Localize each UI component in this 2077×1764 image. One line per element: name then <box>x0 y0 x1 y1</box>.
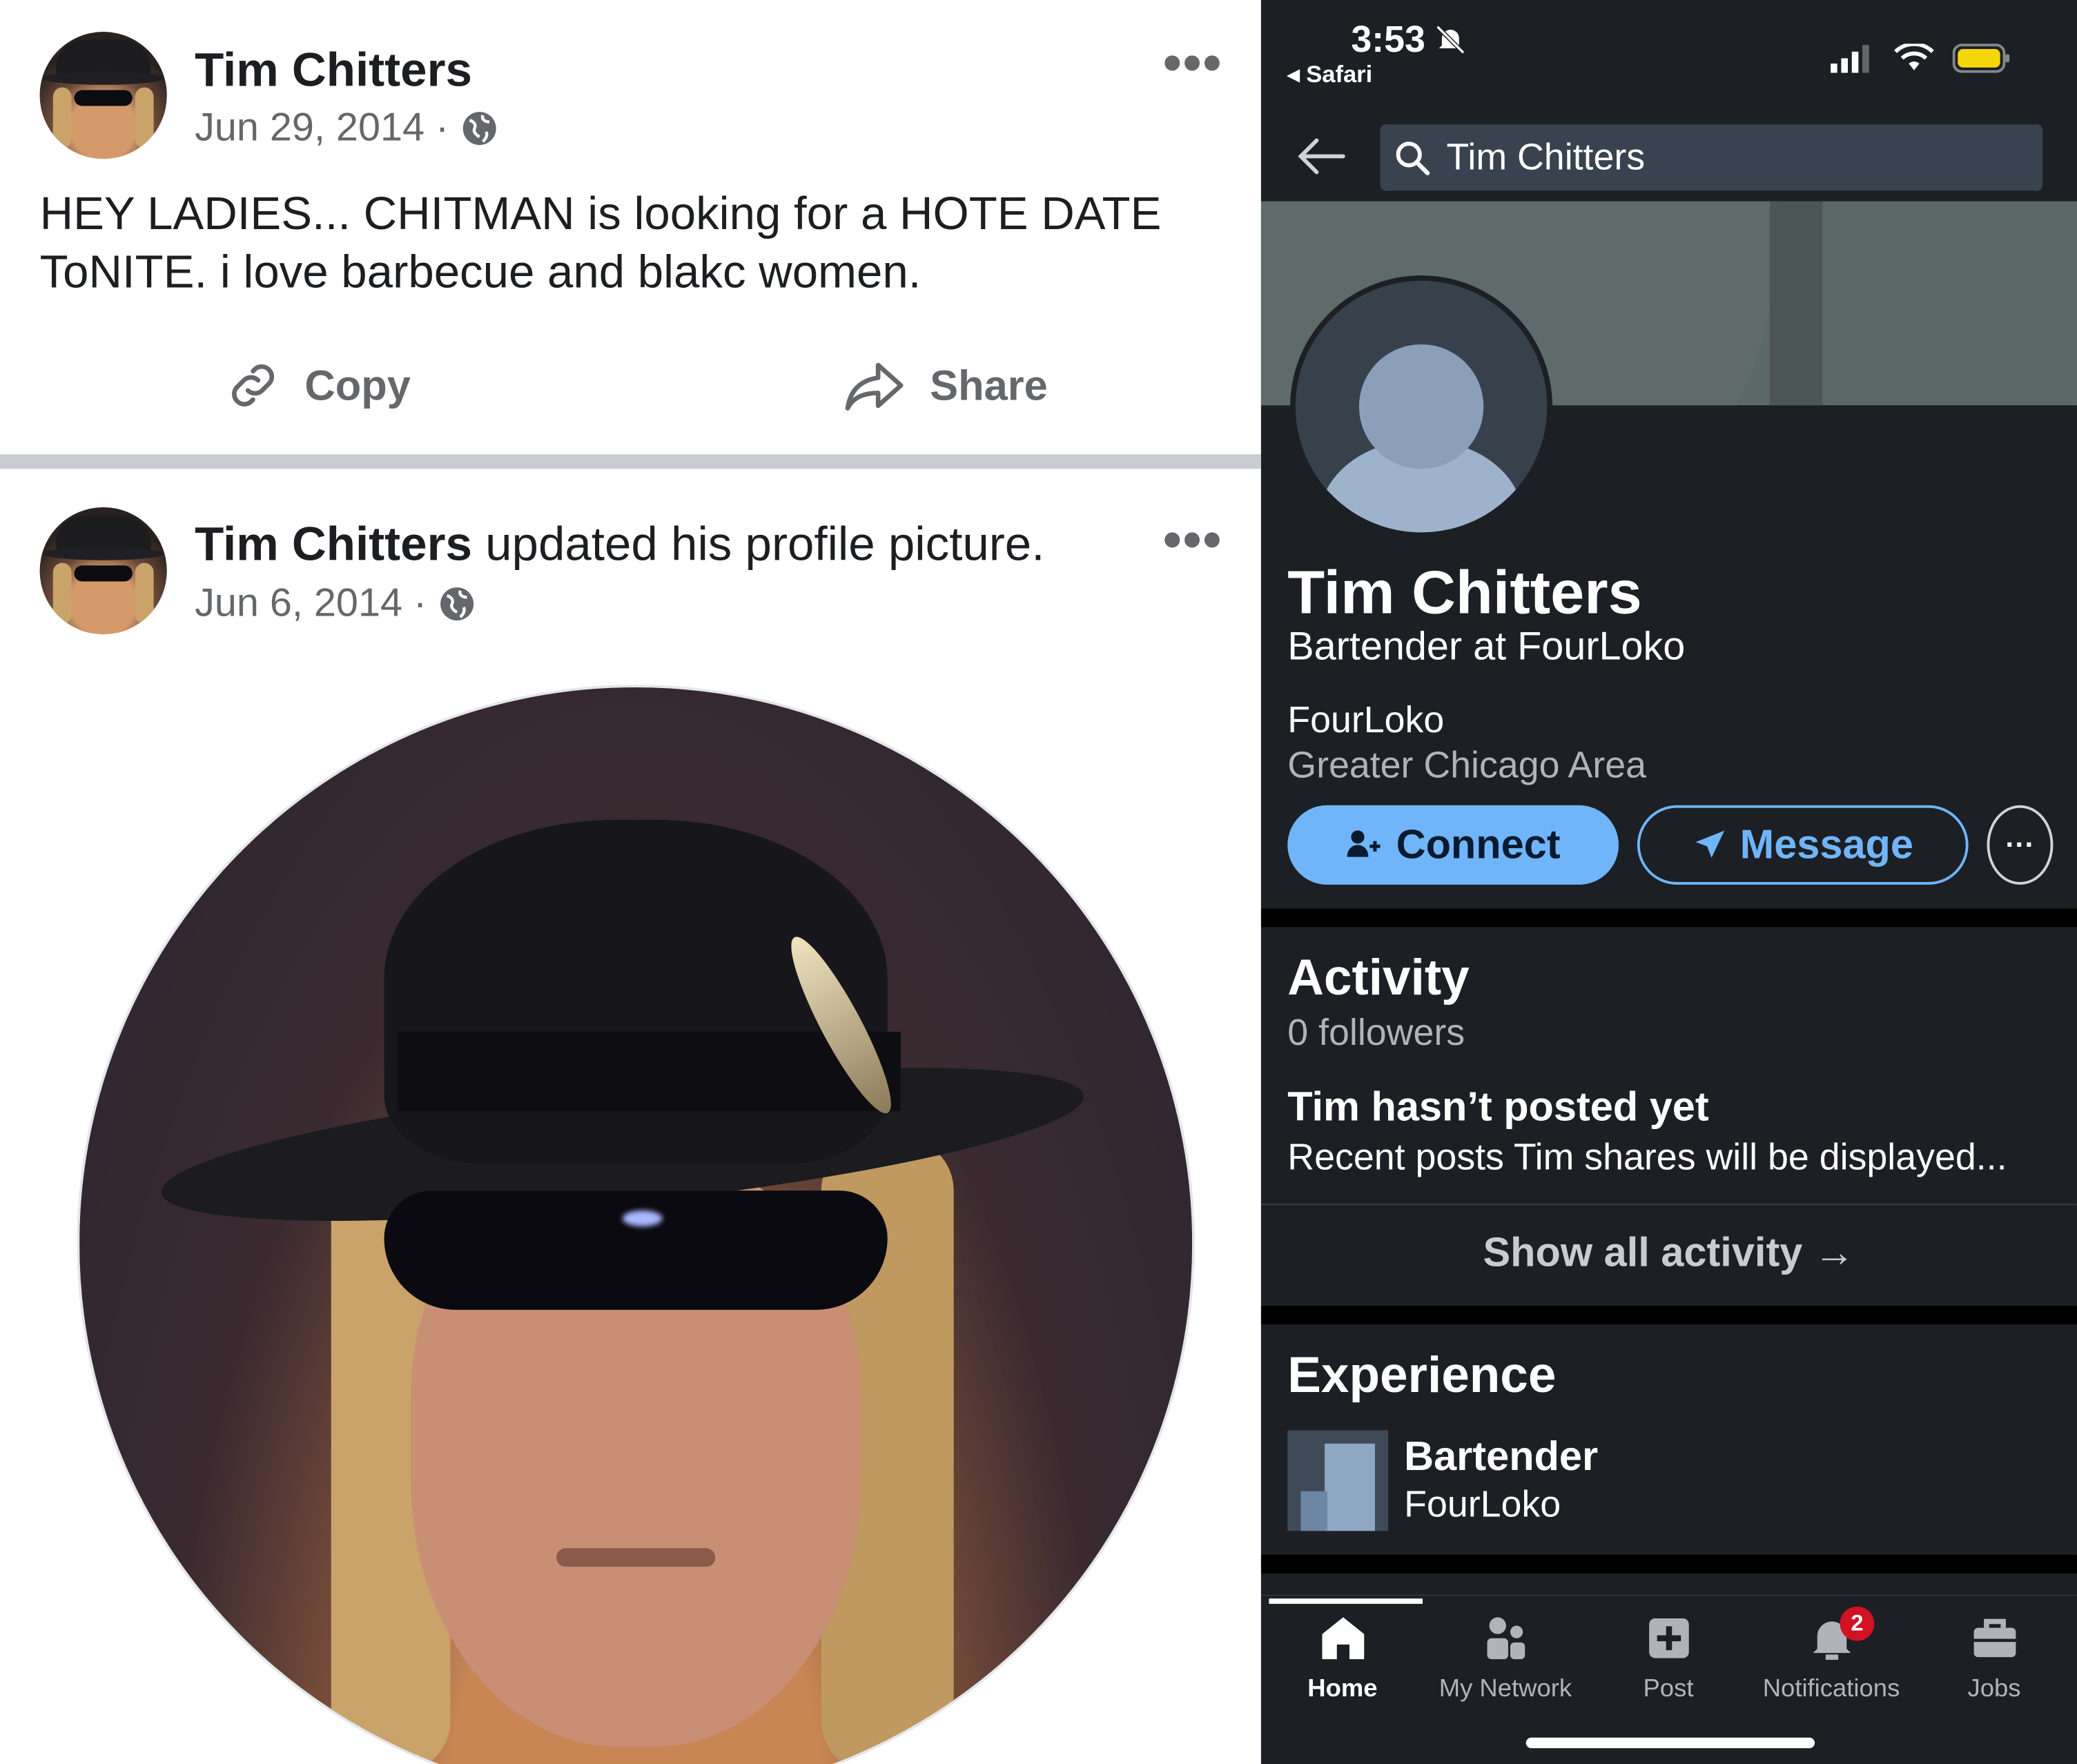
post-action-text: updated his profile picture. <box>485 516 1045 571</box>
tab-post[interactable]: Post <box>1587 1611 1750 1704</box>
tab-label: Notifications <box>1762 1675 1900 1703</box>
bell-muted-icon <box>1436 25 1465 55</box>
copy-button[interactable]: Copy <box>222 355 411 415</box>
section-separator <box>1260 908 2077 928</box>
tab-label: Jobs <box>1967 1675 2021 1703</box>
profile-company[interactable]: FourLoko <box>1287 699 1444 741</box>
add-person-icon <box>1347 830 1381 857</box>
profile-headline: Bartender at FourLoko <box>1287 625 1686 669</box>
author-avatar[interactable] <box>39 32 167 159</box>
globe-icon <box>462 112 496 146</box>
search-bar-row: Tim Chitters <box>1261 117 2077 202</box>
linkedin-profile-screen: 3:53 ◂ Safari Tim Chitters Tim Chitters … <box>1260 0 2077 1764</box>
back-to-safari[interactable]: ◂ Safari <box>1287 61 1372 88</box>
clock-text: 3:53 <box>1351 18 1425 60</box>
more-actions-button[interactable]: ··· <box>1987 805 2054 885</box>
back-arrow-icon[interactable] <box>1296 133 1349 180</box>
post-author-name[interactable]: Tim Chitters <box>195 42 472 98</box>
network-icon <box>1486 1617 1525 1660</box>
post-text-line: ToNITE. i love barbecue and blakc women. <box>39 246 922 298</box>
connect-label: Connect <box>1396 821 1561 868</box>
active-tab-indicator <box>1269 1598 1423 1604</box>
post-date-text: Jun 29, 2014 · <box>195 106 449 150</box>
experience-company: FourLoko <box>1404 1483 1561 1525</box>
profile-picture[interactable] <box>77 685 1195 1764</box>
message-button[interactable]: Message <box>1637 805 1969 885</box>
tab-jobs[interactable]: Jobs <box>1913 1611 2076 1704</box>
home-icon <box>1321 1617 1364 1660</box>
no-posts-title: Tim hasn’t posted yet <box>1287 1083 1709 1130</box>
post-date: Jun 29, 2014 · <box>195 106 499 151</box>
post-divider <box>0 454 1261 469</box>
notification-badge: 2 <box>1840 1606 1875 1641</box>
facebook-feed: Tim Chitters Jun 29, 2014 · ••• HEY LADI… <box>0 0 1261 1764</box>
experience-title: Experience <box>1287 1348 1557 1404</box>
search-icon <box>1396 141 1430 175</box>
message-label: Message <box>1739 821 1913 868</box>
followers-count[interactable]: 0 followers <box>1287 1012 1465 1054</box>
status-bar-time: 3:53 <box>1351 19 1467 61</box>
company-logo-icon[interactable] <box>1287 1430 1389 1531</box>
post-date-text: Jun 6, 2014 · <box>195 581 427 625</box>
connect-button[interactable]: Connect <box>1287 805 1619 885</box>
tab-label: Home <box>1307 1675 1378 1703</box>
post-date: Jun 6, 2014 · <box>195 581 477 626</box>
link-icon <box>232 364 275 406</box>
no-posts-text: Recent posts Tim shares will be displaye… <box>1287 1136 2007 1177</box>
author-avatar[interactable] <box>39 507 167 635</box>
send-icon <box>1695 830 1724 859</box>
profile-name: Tim Chitters <box>1287 557 1642 627</box>
copy-label: Copy <box>304 360 411 409</box>
share-icon <box>845 362 904 411</box>
tab-home[interactable]: Home <box>1261 1611 1424 1704</box>
search-query: Tim Chitters <box>1446 136 1646 178</box>
post-text-line: HEY LADIES... CHITMAN is looking for a H… <box>39 188 1162 240</box>
profile-avatar-placeholder[interactable] <box>1290 275 1553 538</box>
tab-label: Post <box>1643 1675 1694 1703</box>
more-options-icon[interactable]: ••• <box>1163 514 1222 567</box>
status-icons <box>1831 42 2011 74</box>
tab-my-network[interactable]: My Network <box>1424 1611 1587 1704</box>
briefcase-icon <box>1973 1618 2016 1658</box>
battery-icon <box>1952 43 2010 73</box>
share-label: Share <box>930 360 1048 409</box>
globe-icon <box>440 587 474 621</box>
signal-icon <box>1831 45 1869 73</box>
home-indicator <box>1525 1737 1815 1749</box>
tab-notifications[interactable]: 2 Notifications <box>1750 1606 1913 1704</box>
share-button[interactable]: Share <box>842 355 1048 415</box>
section-separator <box>1260 1306 2077 1324</box>
activity-title: Activity <box>1287 950 1470 1007</box>
experience-role[interactable]: Bartender <box>1404 1433 1598 1480</box>
search-input[interactable]: Tim Chitters <box>1380 124 2043 191</box>
post-icon <box>1648 1618 1688 1658</box>
wifi-icon <box>1894 43 1934 70</box>
profile-location: Greater Chicago Area <box>1287 744 1646 785</box>
more-options-icon[interactable]: ••• <box>1163 37 1222 90</box>
section-separator <box>1260 1554 2077 1574</box>
divider <box>1260 1204 2077 1206</box>
post-header: Tim Chitters updated his profile picture… <box>195 516 1044 572</box>
tab-label: My Network <box>1439 1675 1572 1703</box>
post-author-name[interactable]: Tim Chitters <box>195 516 472 571</box>
post-text: HEY LADIES... CHITMAN is looking for a H… <box>40 186 1232 302</box>
show-all-activity-link[interactable]: Show all activity → <box>1261 1229 2077 1277</box>
